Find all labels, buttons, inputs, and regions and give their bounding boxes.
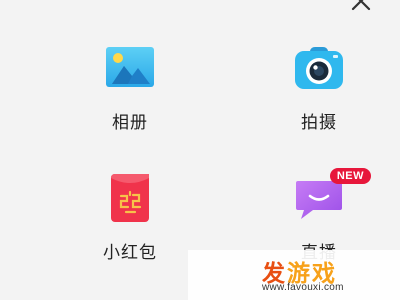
album-button[interactable]: 相册 xyxy=(75,42,185,133)
site-watermark: 发游戏 www.favouxi.com xyxy=(188,250,400,300)
album-icon xyxy=(106,47,154,87)
capture-label: 拍摄 xyxy=(301,113,337,133)
album-label: 相册 xyxy=(112,113,148,133)
live-icon-wrapper: NEW xyxy=(293,168,371,224)
red-packet-icon xyxy=(111,174,149,222)
red-packet-label: 小红包 xyxy=(103,243,157,263)
camera-icon xyxy=(295,47,343,89)
close-icon[interactable] xyxy=(350,0,372,12)
capture-button[interactable]: 拍摄 xyxy=(264,42,374,133)
watermark-url: www.favouxi.com xyxy=(262,282,344,293)
share-panel: 相册 拍摄 小红包 NEW 发游戏 www.favouxi.com xyxy=(0,0,400,300)
new-badge: NEW xyxy=(329,168,371,184)
red-packet-button[interactable]: 小红包 xyxy=(75,172,185,263)
